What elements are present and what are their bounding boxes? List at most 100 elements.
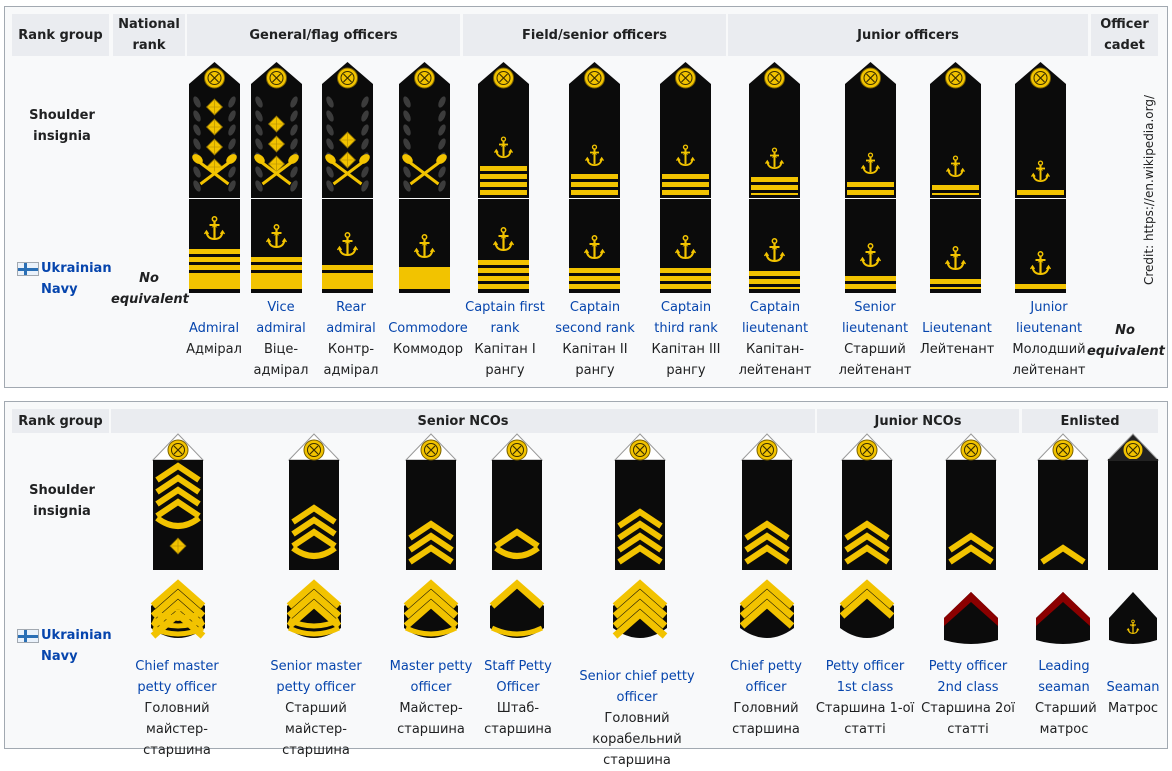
ukrainian-navy-link[interactable]: Ukrainian Navy [41, 258, 113, 300]
sleeve-stripe [1015, 284, 1066, 289]
rank-stripe [571, 174, 618, 179]
sleeve-insignia-8 [749, 199, 800, 293]
officer-rank-link[interactable]: Captain third rank [645, 297, 727, 339]
enlisted-rank-link[interactable]: Chief petty officer [729, 656, 803, 698]
enlisted-rank-caption: Seaman Матрос [1103, 677, 1163, 719]
ukrainian-navy-text-enlisted[interactable]: Ukrainian Navy [41, 628, 112, 664]
enlisted-rank-link[interactable]: Chief master petty officer [117, 656, 237, 698]
officer-rank-ukrainian: Капітан II рангу [562, 342, 628, 378]
header-field-officers: Field/senior officers [463, 14, 726, 56]
officer-rank-caption: Captain lieutenant Капітан-лейтенант [735, 297, 815, 381]
enlisted-shoulder-board-9 [1036, 433, 1090, 570]
sleeve-stripe [569, 268, 620, 273]
ukrainian-navy-link-enlisted[interactable]: Ukrainian Navy [41, 625, 113, 667]
header-national-rank-text: National rank [118, 17, 180, 53]
enlisted-shoulder-board-6 [740, 433, 794, 570]
enlisted-rank-ukrainian: Старшина 2ої статті [921, 701, 1015, 737]
shoulder-board-7 [660, 62, 711, 198]
enlisted-rank-ukrainian: Старший майстер-старшина [282, 701, 350, 758]
rank-stripe [480, 166, 527, 171]
officer-rank-caption: Senior lieutenant Старший лейтенант [835, 297, 915, 381]
officer-rank-link[interactable]: Junior lieutenant [1007, 297, 1091, 339]
officer-rank-ukrainian: Старший лейтенант [838, 342, 912, 378]
shoulder-board-9 [845, 62, 896, 198]
enlisted-rank-link[interactable]: Senior master petty officer [255, 656, 377, 698]
shoulder-board-body [1038, 460, 1088, 570]
rank-stripe [571, 182, 618, 187]
shoulder-insignia-label-enlisted: Shoulder insignia [29, 483, 95, 519]
enlisted-rank-link[interactable]: Senior chief petty officer [561, 666, 713, 708]
sleeve-stripe [660, 268, 711, 273]
enlisted-rank-link[interactable]: Leading seaman [1035, 656, 1093, 698]
sleeve-patch [930, 199, 981, 293]
enlisted-rank-link[interactable]: Seaman [1103, 677, 1163, 698]
officer-rank-caption: Captain third rank Капітан III рангу [645, 297, 727, 381]
enlisted-rank-caption: Staff Petty Officer Штаб-старшина [479, 656, 557, 740]
shoulder-board-3 [322, 62, 373, 198]
officer-rank-link[interactable]: Vice admiral [245, 297, 317, 339]
sleeve-stripe [845, 276, 896, 281]
shoulder-board-body [742, 460, 792, 570]
officer-rank-ukrainian: Коммодор [393, 342, 463, 357]
enlisted-rank-caption: Senior master petty officer Старший майст… [255, 656, 377, 761]
officer-rank-link[interactable]: Captain lieutenant [735, 297, 815, 339]
sleeve-stripe [251, 257, 302, 262]
sleeve-stripe [930, 287, 981, 289]
rank-stripe [662, 190, 709, 195]
officer-rank-link[interactable]: Captain first rank [465, 297, 545, 339]
enlisted-shoulder-board-2 [287, 433, 341, 570]
officer-rank-ukrainian: Молодший лейтенант [1012, 342, 1086, 378]
sleeve-stripe [189, 257, 240, 262]
sleeve-stripe [749, 279, 800, 284]
enlisted-rank-link[interactable]: Petty officer 2nd class [919, 656, 1017, 698]
enlisted-shoulder-board-10 [1106, 433, 1160, 570]
enlisted-shoulder-board-1 [151, 433, 205, 570]
officer-rank-ukrainian: Капітан I рангу [474, 342, 536, 378]
officer-rank-table: Rank group National rank General/flag of… [4, 6, 1168, 388]
rank-stripe [480, 182, 527, 187]
sleeve-stripe [478, 276, 529, 281]
credit-text: Credit: https://en.wikipedia.org/ [1142, 94, 1156, 285]
sleeve-stripe [569, 276, 620, 281]
officer-rank-link[interactable]: Lieutenant [920, 318, 994, 339]
enlisted-rank-caption: Petty officer 1st class Старшина 1-ої ста… [815, 656, 915, 740]
enlisted-sleeve-patch-9 [1036, 592, 1090, 644]
rank-stripe [662, 182, 709, 187]
enlisted-sleeve-patch-6 [739, 579, 795, 638]
enlisted-rank-link[interactable]: Staff Petty Officer [479, 656, 557, 698]
enlisted-rank-link[interactable]: Petty officer 1st class [815, 656, 915, 698]
header-rank-group: Rank group [12, 14, 109, 56]
enlisted-rank-caption: Chief master petty officer Головний майст… [117, 656, 237, 761]
patch-body [1109, 592, 1157, 644]
sleeve-insignia-5 [478, 199, 529, 293]
rank-stripe [847, 182, 894, 187]
header-junior-ncos: Junior NCOs [817, 409, 1019, 433]
shoulder-board-1 [189, 62, 240, 198]
enlisted-rank-caption: Leading seaman Старший матрос [1035, 656, 1097, 740]
enlisted-sleeve-patch-2 [286, 579, 342, 638]
enlisted-sleeve-patch-10 [1109, 592, 1157, 644]
enlisted-rank-link[interactable]: Master petty officer [385, 656, 477, 698]
officer-rank-link[interactable]: Commodore [385, 318, 471, 339]
header-officer-cadet-text: Officer cadet [1100, 17, 1149, 53]
enlisted-rank-ukrainian: Майстер-старшина [397, 701, 465, 737]
sleeve-stripe [251, 273, 302, 289]
enlisted-shoulder-board-4 [490, 433, 544, 570]
sleeve-stripe [478, 284, 529, 289]
rank-stripe [662, 174, 709, 179]
rank-stripe [480, 190, 527, 195]
enlisted-sleeve-patch-7 [839, 579, 895, 638]
shoulder-board-body [842, 460, 892, 570]
ukrainian-navy-text[interactable]: Ukrainian Navy [41, 261, 112, 297]
rank-stripe [932, 193, 979, 195]
rank-stripe [932, 185, 979, 190]
officer-rank-link[interactable]: Captain second rank [545, 297, 645, 339]
officer-rank-ukrainian: Лейтенант [920, 342, 995, 357]
officer-rank-link[interactable]: Senior lieutenant [835, 297, 915, 339]
officer-rank-caption: Lieutenant Лейтенант [920, 318, 994, 360]
header-junior-officers: Junior officers [728, 14, 1088, 56]
header-national-rank: National rank [113, 14, 185, 56]
sleeve-stripe [189, 265, 240, 270]
officer-rank-link[interactable]: Rear admiral [315, 297, 387, 339]
officer-rank-ukrainian: Віце-адмірал [253, 342, 309, 378]
